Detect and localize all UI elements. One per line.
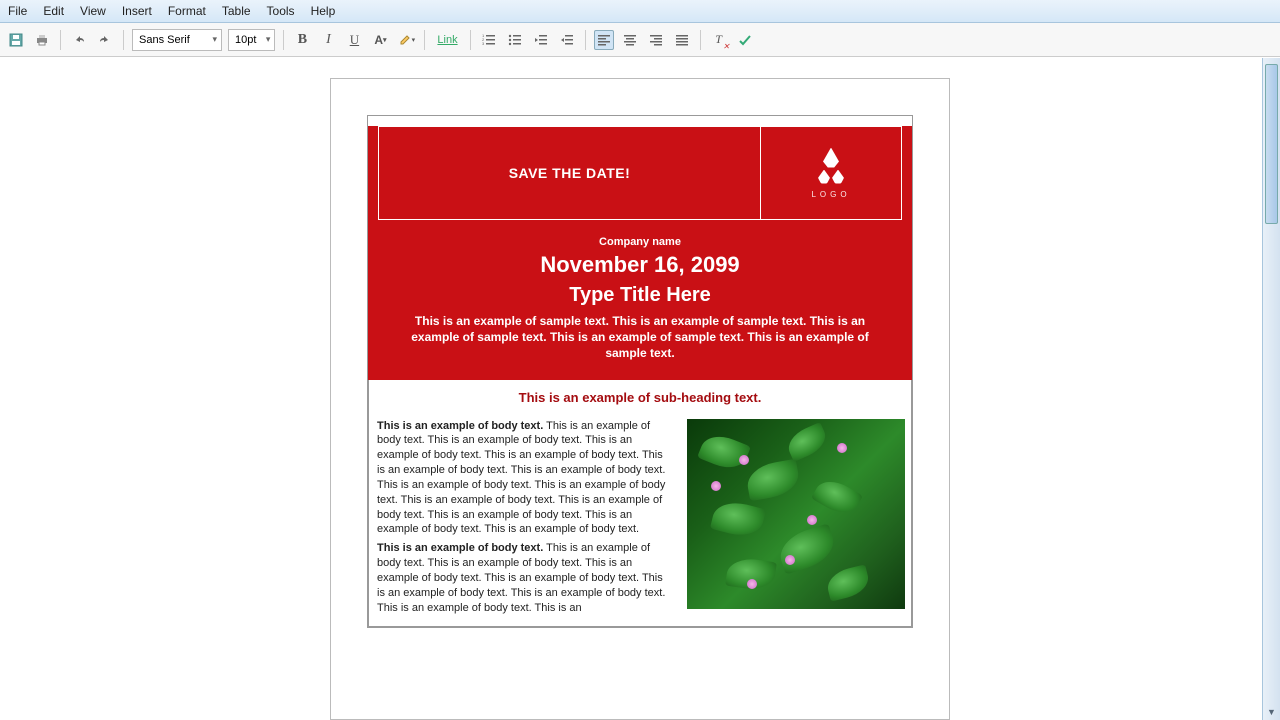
menu-help[interactable]: Help bbox=[311, 4, 336, 18]
align-center-icon[interactable] bbox=[620, 30, 640, 50]
event-date[interactable]: November 16, 2099 bbox=[398, 252, 882, 278]
outdent-icon[interactable] bbox=[531, 30, 551, 50]
bullet-list-icon[interactable] bbox=[505, 30, 525, 50]
body-row: This is an example of body text. This is… bbox=[368, 413, 912, 627]
document-frame: SAVE THE DATE! LOGO Company name Novembe… bbox=[367, 115, 913, 628]
body-text[interactable]: This is an example of body text. This is… bbox=[369, 413, 681, 626]
header-block: SAVE THE DATE! LOGO Company name Novembe… bbox=[368, 126, 912, 380]
logo-cell: LOGO bbox=[761, 127, 901, 219]
redo-icon[interactable] bbox=[95, 30, 115, 50]
print-icon[interactable] bbox=[32, 30, 52, 50]
underline-icon[interactable]: U bbox=[344, 30, 364, 50]
font-size-select[interactable]: 10pt bbox=[228, 29, 275, 51]
document-canvas[interactable]: SAVE THE DATE! LOGO Company name Novembe… bbox=[0, 58, 1280, 720]
font-family-select[interactable]: Sans Serif bbox=[132, 29, 222, 51]
menu-format[interactable]: Format bbox=[168, 4, 206, 18]
body-lead-2: This is an example of body text. bbox=[377, 542, 543, 554]
toolbar: Sans Serif 10pt B I U A▾ ▾ Link 123 T✕ bbox=[0, 23, 1280, 57]
italic-icon[interactable]: I bbox=[318, 30, 338, 50]
clear-formatting-icon[interactable]: T✕ bbox=[709, 30, 729, 50]
numbered-list-icon[interactable]: 123 bbox=[479, 30, 499, 50]
scroll-thumb[interactable] bbox=[1265, 64, 1278, 224]
menu-file[interactable]: File bbox=[8, 4, 27, 18]
menu-edit[interactable]: Edit bbox=[43, 4, 64, 18]
plant-photo[interactable] bbox=[687, 419, 905, 609]
link-button[interactable]: Link bbox=[433, 34, 461, 46]
spellcheck-icon[interactable] bbox=[735, 30, 755, 50]
menu-insert[interactable]: Insert bbox=[122, 4, 152, 18]
menu-table[interactable]: Table bbox=[222, 4, 251, 18]
bold-icon[interactable]: B bbox=[292, 30, 312, 50]
align-justify-icon[interactable] bbox=[672, 30, 692, 50]
page: SAVE THE DATE! LOGO Company name Novembe… bbox=[330, 78, 950, 720]
subheading[interactable]: This is an example of sub-heading text. bbox=[368, 380, 912, 413]
align-right-icon[interactable] bbox=[646, 30, 666, 50]
indent-icon[interactable] bbox=[557, 30, 577, 50]
highlight-icon[interactable]: ▾ bbox=[396, 30, 416, 50]
body-paragraph: This is an example of body text. This is… bbox=[377, 420, 665, 536]
vertical-scrollbar[interactable]: ▼ bbox=[1262, 58, 1280, 720]
company-name[interactable]: Company name bbox=[398, 236, 882, 248]
menu-tools[interactable]: Tools bbox=[267, 4, 295, 18]
banner-text[interactable]: SAVE THE DATE! bbox=[379, 127, 761, 219]
undo-icon[interactable] bbox=[69, 30, 89, 50]
menu-bar: File Edit View Insert Format Table Tools… bbox=[0, 0, 1280, 23]
menu-view[interactable]: View bbox=[80, 4, 106, 18]
body-lead: This is an example of body text. bbox=[377, 420, 543, 432]
logo-icon bbox=[818, 148, 844, 184]
text-color-icon[interactable]: A▾ bbox=[370, 30, 390, 50]
scroll-down-icon[interactable]: ▼ bbox=[1263, 704, 1280, 720]
body-image-cell bbox=[681, 413, 911, 626]
logo-label: LOGO bbox=[811, 190, 850, 199]
event-title[interactable]: Type Title Here bbox=[398, 284, 882, 307]
sample-text[interactable]: This is an example of sample text. This … bbox=[398, 313, 882, 362]
svg-text:3: 3 bbox=[482, 41, 485, 46]
align-left-icon[interactable] bbox=[594, 30, 614, 50]
save-icon[interactable] bbox=[6, 30, 26, 50]
